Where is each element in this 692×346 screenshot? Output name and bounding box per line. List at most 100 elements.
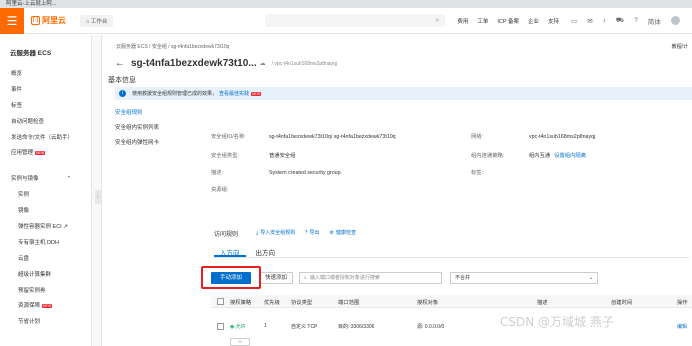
- row-checkbox[interactable]: [217, 323, 224, 330]
- top-link-tickets[interactable]: 工单: [477, 17, 488, 25]
- sidebar-item-label: 应用管理: [11, 150, 34, 156]
- network-label: 网络:: [471, 134, 484, 140]
- workbench-button[interactable]: ⌂ 工作台: [80, 14, 114, 27]
- row-policy: ◉ 允许: [230, 323, 246, 330]
- page-title: sg-t4nfa1bezxdewk73t10...: [131, 58, 257, 69]
- subnav-eni[interactable]: 安全组内弹性网卡: [115, 138, 201, 146]
- basic-info-title: 基本信息: [108, 77, 136, 84]
- sidebar-item-ddh[interactable]: 专有宿主机 DDH: [18, 238, 59, 246]
- sidebar-item-eci[interactable]: 弹性容器实例 ECI ↗: [18, 222, 68, 230]
- health-check-label: 健康检查: [335, 230, 356, 236]
- subnav-rules[interactable]: 安全组规则: [115, 108, 201, 116]
- health-check-button[interactable]: ⚙ 健康检查: [329, 229, 356, 236]
- row-action-button[interactable]: ⊟: [230, 338, 250, 346]
- chevron-up-icon: ⌃: [66, 176, 72, 182]
- sidebar-item-instances[interactable]: 实例: [18, 190, 29, 198]
- sg-rg-label: 资源组:: [211, 187, 229, 193]
- sidebar-group-instances[interactable]: 实例与镜像 ⌃: [11, 174, 71, 182]
- top-link-support[interactable]: 支持: [548, 17, 559, 25]
- rules-toolbar: 手动添加 快速添加 ⌕ 输入端口或者授权对象进行搜索 不合并 ⌄: [211, 272, 599, 284]
- logo[interactable]: [-] 阿里云: [31, 15, 66, 26]
- top-link-fees[interactable]: 费用: [457, 17, 468, 25]
- highlight-box: [201, 266, 261, 289]
- sg-type-row: 安全组类型: 普通安全组: [211, 151, 296, 159]
- sidebar-item-savings-plan[interactable]: 节省计划: [18, 317, 40, 325]
- rule-search-input[interactable]: ⌕ 输入端口或者授权对象进行搜索: [299, 272, 443, 284]
- menu-icon[interactable]: ☰: [0, 7, 24, 34]
- language-switch[interactable]: 简体: [648, 16, 661, 26]
- collapse-handle-icon[interactable]: ‹: [95, 190, 101, 204]
- breadcrumb[interactable]: 云服务器 ECS / 安全组 / sg-t4nfa1bezxdewk73t10q: [116, 43, 229, 50]
- sidebar: 云服务器 ECS 概览 事件 标签 自动问题检查 发送命令/文件（云助手） 应用…: [0, 35, 92, 346]
- vpc-id[interactable]: / vpc-t4n1suh168ms2p8nayqj: [272, 61, 337, 67]
- sidebar-item-send-command[interactable]: 发送命令/文件（云助手）: [11, 133, 73, 141]
- import-rules-label: 导入安全组规则: [260, 230, 296, 236]
- export-button[interactable]: ⤒ 导出: [305, 229, 319, 236]
- cloud-icon: ☁: [259, 61, 266, 67]
- bell-icon[interactable]: ♪: [603, 17, 606, 24]
- sidebar-item-tags[interactable]: 标签: [11, 101, 22, 109]
- policy-value: 组内互通: [529, 153, 551, 159]
- merge-select-value: 不合并: [455, 275, 471, 281]
- doc-link[interactable]: 教程/计: [672, 43, 688, 50]
- sidebar-item-images[interactable]: 镜像: [18, 206, 29, 214]
- sg-desc-value: System created security group.: [269, 170, 343, 176]
- tag-label: 标签:: [471, 170, 484, 176]
- merge-select[interactable]: 不合并 ⌄: [450, 272, 599, 284]
- row-port: 目的: 3306/3306: [338, 324, 375, 330]
- browser-tab-title: 阿里云-上云就上阿...: [6, 1, 57, 7]
- network-value[interactable]: vpc-t4n1suh168ms2p8nayqj: [529, 134, 595, 140]
- top-link-icp[interactable]: ICP 备案: [497, 17, 519, 25]
- sidebar-item-app-management[interactable]: 应用管理 NEW: [11, 148, 46, 156]
- cart-icon[interactable]: ⛟: [616, 16, 624, 25]
- row-protocol: 自定义 TCP: [291, 324, 318, 330]
- help-icon[interactable]: ?: [634, 17, 638, 24]
- browser-tab[interactable]: 阿里云-上云就上阿...: [0, 0, 692, 8]
- sg-type-label: 安全组类型:: [211, 153, 239, 159]
- col-created: 创建时间: [611, 300, 633, 306]
- col-policy: 授权策略: [230, 300, 252, 306]
- sidebar-item-overview[interactable]: 概览: [11, 69, 22, 77]
- sidebar-item-label: 资源保障: [18, 303, 41, 309]
- watermark: CSDN @万域城 燕子: [500, 315, 614, 329]
- select-all-checkbox[interactable]: [217, 298, 224, 305]
- quick-add-button[interactable]: 快速添加: [259, 272, 294, 284]
- row-edit-link[interactable]: 编辑: [677, 323, 687, 330]
- sidebar-item-events[interactable]: 事件: [11, 85, 22, 93]
- search-icon: ⌕: [304, 275, 307, 281]
- avatar[interactable]: [670, 16, 680, 25]
- chevron-down-icon: ⌄: [588, 275, 594, 281]
- policy-label: 组内连通策略:: [471, 153, 505, 159]
- sg-type-value: 普通安全组: [269, 153, 296, 159]
- tab-inbound[interactable]: 入方向: [214, 245, 246, 257]
- sidebar-item-disks[interactable]: 云盘: [18, 254, 29, 262]
- top-navbar: ☰ [-] 阿里云 ⌂ 工作台 ⌕ 费用 工单 ICP 备案 企业 支持 ▭ ✉ …: [0, 7, 692, 34]
- top-link-enterprise[interactable]: 企业: [528, 17, 539, 25]
- back-arrow-icon[interactable]: ←: [115, 58, 125, 69]
- basic-info: 基本信息: [108, 75, 589, 95]
- subnav-instances[interactable]: 安全组内实例列表: [115, 123, 201, 131]
- sidebar-item-reserved[interactable]: 预留实例券: [18, 286, 46, 294]
- sg-desc-row: 描述: System created security group.: [211, 168, 342, 176]
- global-search[interactable]: ⌕: [265, 14, 446, 27]
- import-rules-button[interactable]: ⤓ 导入安全组规则: [256, 229, 295, 236]
- import-icon: ⤓: [256, 230, 259, 236]
- sg-desc-label: 描述:: [211, 170, 224, 176]
- sidebar-title: 云服务器 ECS: [10, 50, 52, 57]
- col-object: 授权对象: [417, 300, 439, 306]
- tab-outbound[interactable]: 出方向: [250, 245, 282, 257]
- search-icon: ⌕: [435, 16, 440, 24]
- table-row: ◉ 允许 1 自定义 TCP 目的: 3306/3306 源: 0.0.0.0/…: [211, 318, 692, 336]
- row-priority: 1: [264, 323, 267, 329]
- new-badge: NEW: [42, 303, 53, 308]
- sidebar-item-resource-guarantee[interactable]: 资源保障 NEW: [18, 301, 53, 309]
- export-icon: ⤒: [305, 230, 308, 236]
- search-placeholder: 输入端口或者授权对象进行搜索: [309, 275, 380, 281]
- message-icon[interactable]: ✉: [587, 17, 592, 25]
- cloud-shell-icon[interactable]: ▭: [571, 17, 577, 25]
- row-object: 源: 0.0.0.0/0: [417, 324, 445, 330]
- sg-id-label: 安全组ID/名称:: [211, 134, 246, 140]
- sidebar-item-auto-check[interactable]: 自动问题检查: [11, 117, 44, 125]
- set-isolation-link[interactable]: 设置组内隔离: [554, 153, 586, 159]
- sidebar-item-scc[interactable]: 超级计算集群: [18, 270, 51, 278]
